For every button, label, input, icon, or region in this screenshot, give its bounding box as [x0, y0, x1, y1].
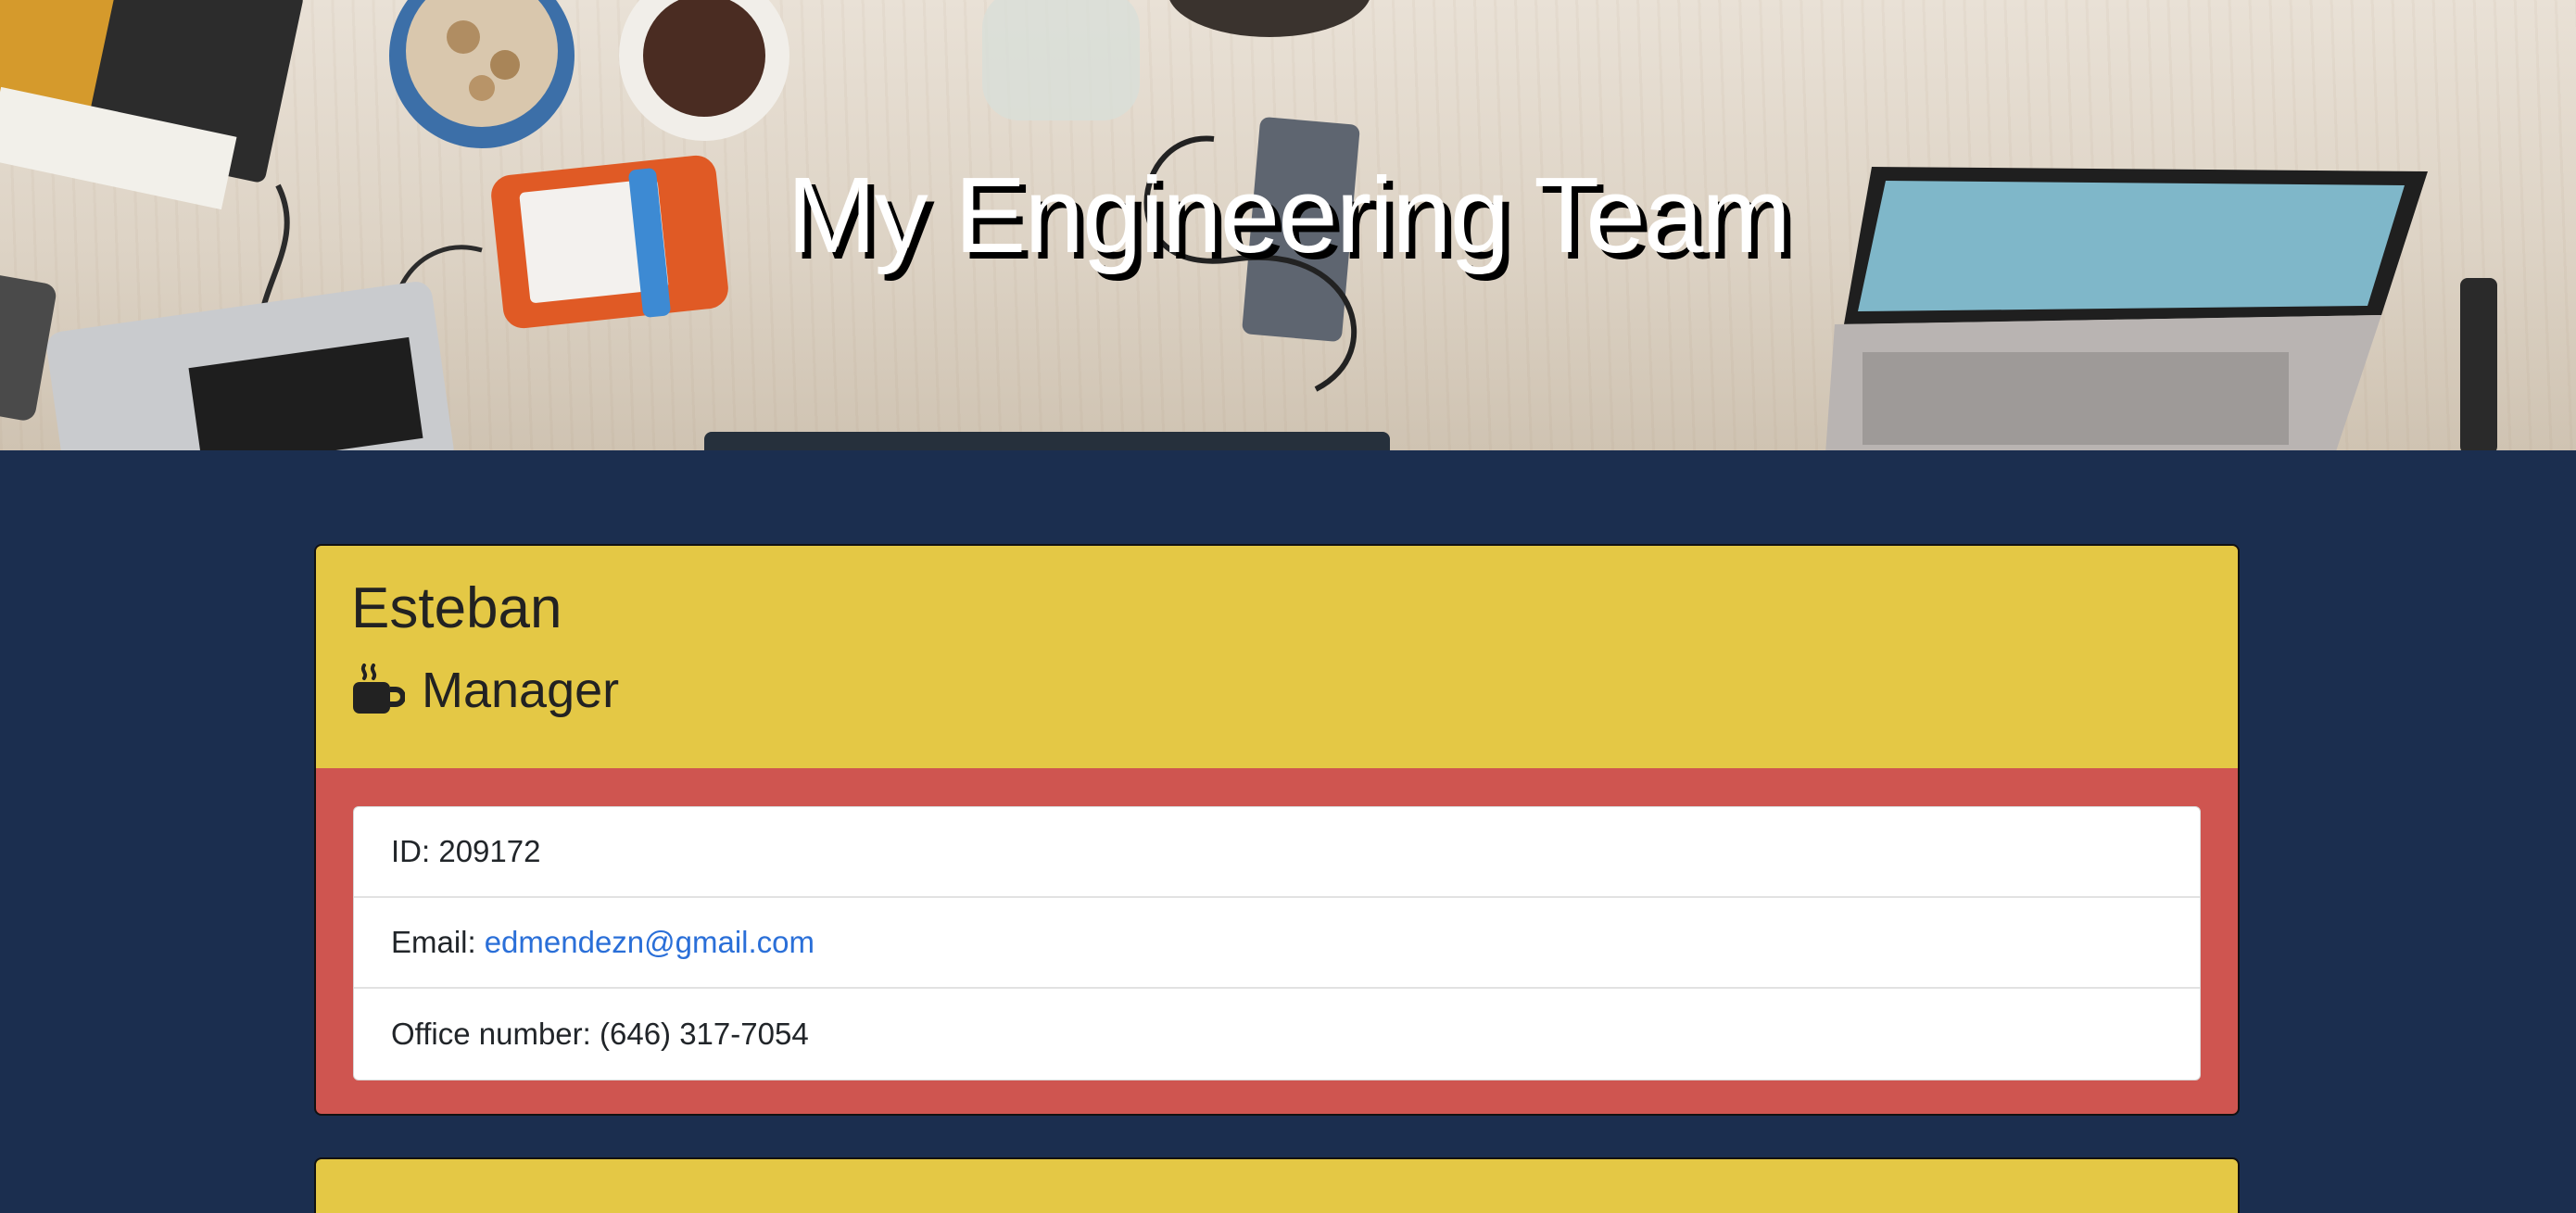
employee-name: Esteban — [351, 576, 562, 640]
employee-email-link[interactable]: edmendezn@gmail.com — [485, 925, 814, 960]
employee-card: Esteban Manager ID: 209172 Email: edmend… — [314, 544, 2240, 1116]
hero-banner: My Engineering Team — [0, 0, 2576, 450]
card-header: Esteban Manager — [316, 546, 2238, 768]
page-title: My Engineering Team — [787, 155, 1791, 275]
employee-email-label: Email: — [391, 925, 476, 959]
employee-id-value: 209172 — [438, 834, 541, 868]
employee-office-label: Office number: — [391, 1017, 591, 1051]
employee-info-list: ID: 209172 Email: edmendezn@gmail.com Of… — [353, 806, 2201, 1080]
employee-id-row: ID: 209172 — [354, 807, 2200, 898]
employee-id-label: ID: — [391, 834, 431, 868]
employee-email-row: Email: edmendezn@gmail.com — [354, 898, 2200, 989]
coffee-mug-icon — [353, 663, 405, 714]
employee-office-value: (646) 317-7054 — [600, 1017, 809, 1051]
employee-role-label: Manager — [422, 663, 620, 718]
employee-office-row: Office number: (646) 317-7054 — [354, 989, 2200, 1080]
employee-role: Manager — [351, 657, 2203, 724]
card-body: ID: 209172 Email: edmendezn@gmail.com Of… — [316, 768, 2238, 1080]
next-employee-card — [314, 1157, 2240, 1213]
